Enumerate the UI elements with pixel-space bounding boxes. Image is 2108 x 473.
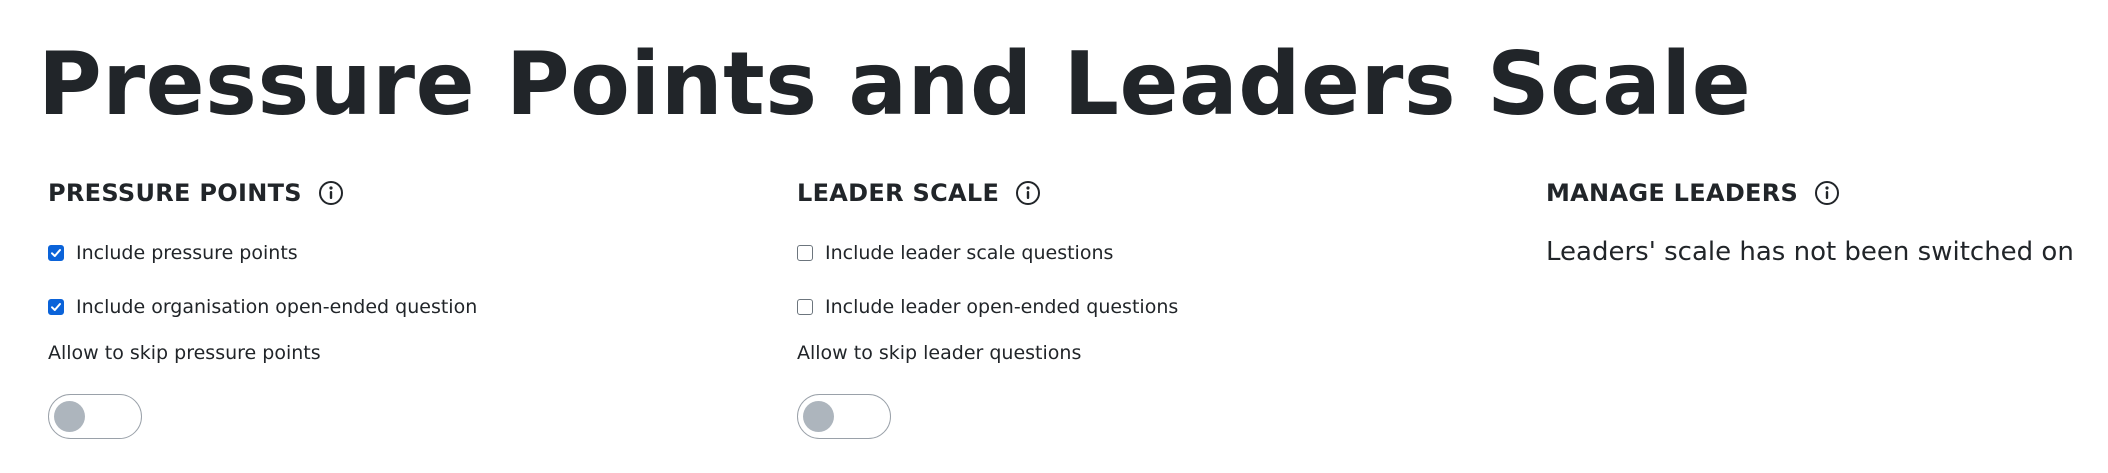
checkmark-icon [51,249,61,257]
include-pressure-points-option[interactable]: Include pressure points [48,242,298,264]
info-circle-icon[interactable] [1814,180,1840,206]
leader-scale-header: LEADER SCALE [797,175,1041,211]
toggle-knob [54,401,85,432]
skip-leader-questions-toggle[interactable] [797,394,891,439]
pressure-points-header: PRESSURE POINTS [48,175,344,211]
include-org-open-ended-option[interactable]: Include organisation open-ended question [48,296,477,318]
include-pressure-points-label: Include pressure points [76,242,298,264]
include-leader-scale-label: Include leader scale questions [825,242,1114,264]
leader-scale-section: LEADER SCALE Include leader scale questi… [797,175,1178,439]
include-leader-scale-option[interactable]: Include leader scale questions [797,242,1113,264]
page-title: Pressure Points and Leaders Scale [38,33,1752,135]
include-leader-scale-checkbox[interactable] [797,245,813,261]
info-circle-icon[interactable] [1015,180,1041,206]
skip-leader-questions-label: Allow to skip leader questions [797,342,1082,364]
manage-leaders-heading: MANAGE LEADERS [1546,179,1799,207]
include-org-open-ended-label: Include organisation open-ended question [76,296,478,318]
toggle-knob [803,401,834,432]
manage-leaders-section: MANAGE LEADERS Leaders' scale has not be… [1546,175,2074,267]
leaders-scale-status: Leaders' scale has not been switched on [1546,237,2074,267]
include-leader-open-ended-option[interactable]: Include leader open-ended questions [797,296,1178,318]
skip-pressure-points-label: Allow to skip pressure points [48,342,321,364]
manage-leaders-header: MANAGE LEADERS [1546,175,1840,211]
checkmark-icon [51,303,61,311]
skip-pressure-points-toggle[interactable] [48,394,142,439]
include-pressure-points-checkbox[interactable] [48,245,64,261]
info-circle-icon[interactable] [318,180,344,206]
pressure-points-heading: PRESSURE POINTS [48,179,302,207]
include-leader-open-ended-label: Include leader open-ended questions [825,296,1179,318]
include-org-open-ended-checkbox[interactable] [48,299,64,315]
leader-scale-heading: LEADER SCALE [797,179,1000,207]
include-leader-open-ended-checkbox[interactable] [797,299,813,315]
pressure-points-section: PRESSURE POINTS Include pressure points … [48,175,477,439]
